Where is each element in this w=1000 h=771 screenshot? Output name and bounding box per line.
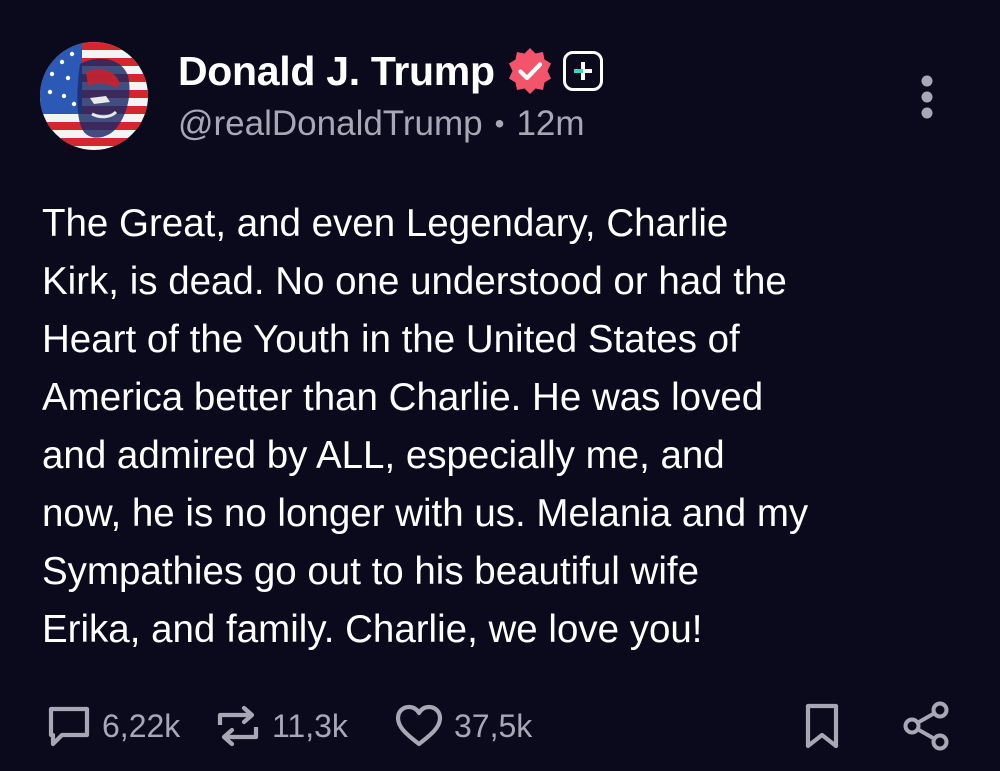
author-meta-row: @realDonaldTrump • 12m	[178, 102, 585, 146]
share-icon	[900, 700, 952, 752]
like-count: 37,5k	[454, 707, 533, 744]
flag-portrait-avatar-image	[40, 42, 148, 150]
post-timestamp[interactable]: 12m	[516, 104, 584, 144]
reply-count: 6,22k	[102, 707, 181, 744]
author-name-row: Donald J. Trump	[178, 44, 603, 98]
more-options-button[interactable]	[904, 70, 950, 124]
plus-badge-icon	[562, 51, 603, 91]
verified-badge-icon	[505, 46, 555, 96]
repost-button[interactable]: 11,3k	[214, 690, 348, 762]
like-button[interactable]: 37,5k	[394, 690, 532, 762]
post-action-bar: 6,22k 11,3k 37,5k	[0, 690, 1000, 762]
post-card: Donald J. Trump @realDonaldTrump • 12m T…	[0, 0, 1000, 771]
share-button[interactable]	[900, 690, 952, 762]
reply-icon	[46, 704, 92, 748]
bookmark-icon	[802, 702, 842, 750]
meta-separator: •	[494, 108, 505, 139]
heart-icon	[394, 703, 444, 749]
author-handle[interactable]: @realDonaldTrump	[178, 104, 483, 144]
bookmark-button[interactable]	[802, 690, 842, 762]
author-display-name[interactable]: Donald J. Trump	[178, 48, 495, 95]
reply-button[interactable]: 6,22k	[46, 690, 180, 762]
post-body-text: The Great, and even Legendary, Charlie K…	[42, 202, 809, 651]
repost-icon	[214, 703, 262, 749]
repost-count: 11,3k	[272, 707, 348, 744]
more-vertical-icon	[921, 75, 933, 119]
avatar[interactable]	[40, 42, 148, 150]
